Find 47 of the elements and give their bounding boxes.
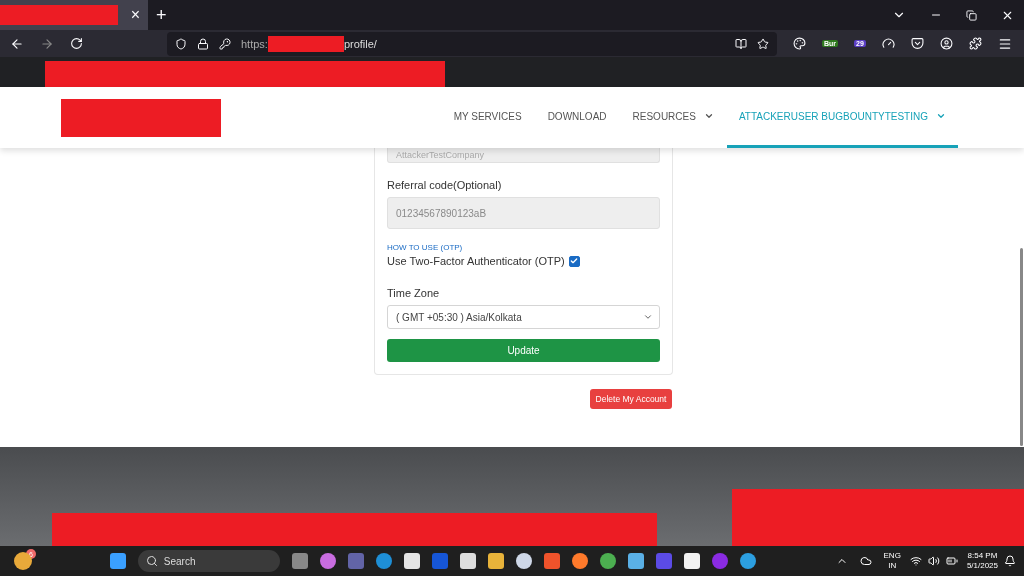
browser-tab[interactable]: × (0, 0, 148, 30)
app-icon[interactable] (515, 553, 532, 569)
reader-view-icon[interactable] (735, 37, 747, 50)
restore-icon[interactable] (966, 9, 977, 21)
nav-link[interactable]: DOWNLOAD (534, 87, 620, 148)
caret-icon (643, 312, 653, 322)
nav-link[interactable]: MY SERVICES (440, 87, 535, 148)
back-icon[interactable] (10, 36, 24, 51)
battery-icon[interactable] (945, 555, 958, 567)
timezone-select[interactable]: ( GMT +05:30 ) Asia/Kolkata (387, 305, 660, 329)
gauge-icon[interactable] (881, 37, 895, 50)
clock-date[interactable]: 5/1/2025 (966, 561, 998, 571)
update-button[interactable]: Update (387, 339, 660, 362)
otp-help-link[interactable]: HOW TO USE (OTP) (387, 243, 660, 252)
account-icon[interactable] (939, 37, 953, 50)
volume-icon[interactable] (927, 555, 940, 567)
wifi-icon[interactable] (909, 555, 922, 567)
search-icon (145, 555, 158, 567)
palette-icon[interactable] (793, 37, 806, 50)
nav-link[interactable]: RESOURCES (619, 87, 727, 148)
puzzle-icon[interactable] (968, 37, 982, 50)
language-indicator[interactable]: ENG (883, 551, 901, 561)
delete-account-button[interactable]: Delete My Account (589, 389, 673, 409)
scrollbar-thumb[interactable] (1020, 248, 1023, 446)
notification-icon[interactable] (1004, 555, 1016, 567)
otp-checkbox[interactable] (568, 255, 580, 267)
menu-icon[interactable] (997, 36, 1012, 51)
url-field[interactable]: https: profile/ (167, 31, 777, 56)
lock-icon[interactable] (197, 37, 209, 50)
checkbox-label: Use Two-Factor Authenticator (OTP) (387, 255, 565, 267)
cloud-icon[interactable] (859, 555, 872, 567)
task-view-icon[interactable] (291, 553, 308, 569)
tab-close-button[interactable]: × (130, 6, 140, 24)
field-label: Time Zone (387, 287, 441, 299)
key-icon[interactable] (219, 37, 231, 50)
bookmark-star-icon[interactable] (757, 37, 769, 50)
region-indicator[interactable]: IN (888, 561, 897, 571)
app-icon[interactable] (319, 553, 336, 569)
clock-time[interactable]: 8:54 PM (967, 551, 998, 561)
forward-icon[interactable] (40, 36, 54, 51)
reload-icon[interactable] (70, 37, 83, 50)
search-field[interactable]: Search (137, 550, 280, 572)
new-tab-button[interactable]: + (156, 4, 167, 26)
pocket-icon[interactable] (910, 37, 924, 50)
app-icon[interactable] (739, 553, 756, 569)
app-icon[interactable] (459, 553, 476, 569)
field-label: Referral code(Optional) (387, 179, 503, 191)
